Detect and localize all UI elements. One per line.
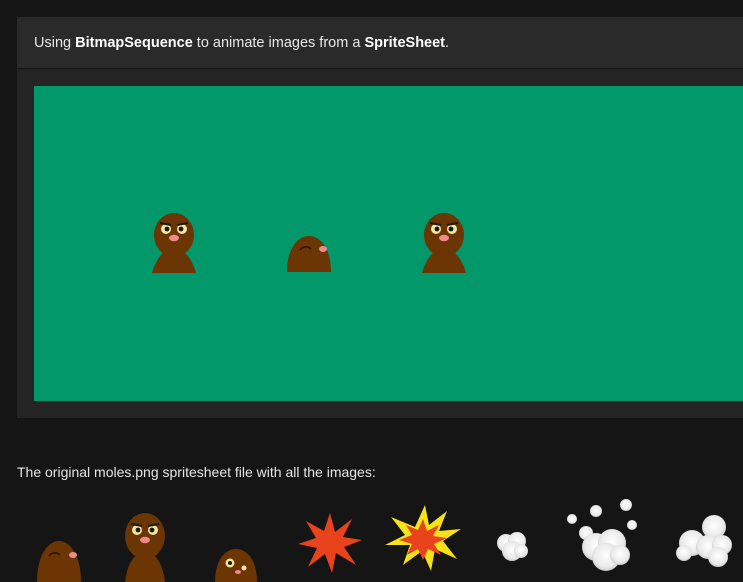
sprite-mole-peek — [37, 541, 81, 582]
sprite-smoke-cluster — [676, 515, 732, 567]
sprite-mole-up — [125, 513, 165, 582]
caption-bitmapsequence: BitmapSequence — [75, 35, 193, 51]
sprite-explosion-yellow — [385, 505, 461, 571]
game-stage-canvas[interactable] — [34, 86, 743, 401]
demo-header: Using BitmapSequence to animate images f… — [17, 17, 743, 69]
sprite-smoke-small — [497, 532, 528, 561]
demo-caption: Using BitmapSequence to animate images f… — [34, 34, 449, 52]
caption-middle: to animate images from a — [192, 35, 365, 51]
caption-spritesheet: SpriteSheet — [364, 35, 446, 51]
sprite-explosion-red — [298, 513, 362, 573]
sprite-mole-hit — [215, 549, 257, 582]
sprite-smoke-large — [567, 499, 637, 571]
caption-suffix: . — [445, 35, 450, 51]
caption-prefix: Using — [34, 35, 76, 51]
spritesheet-caption: The original moles.png spritesheet file … — [17, 464, 376, 480]
mole-peek-2[interactable] — [286, 234, 332, 272]
spritesheet-strip — [0, 493, 743, 582]
mole-up-1[interactable] — [150, 211, 198, 273]
mole-up-3[interactable] — [420, 211, 468, 273]
demo-panel: Using BitmapSequence to animate images f… — [17, 17, 743, 418]
page-frame: Using BitmapSequence to animate images f… — [0, 0, 743, 582]
